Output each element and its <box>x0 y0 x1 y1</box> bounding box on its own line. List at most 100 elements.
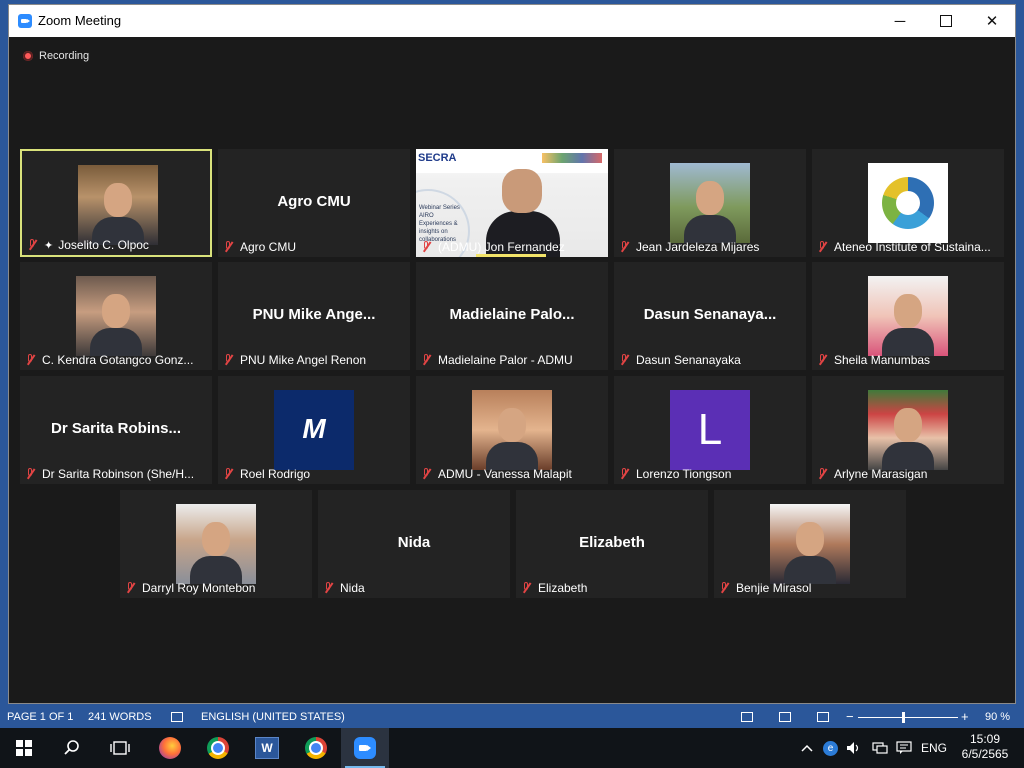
participant-name: Arlyne Marasigan <box>834 467 928 481</box>
participant-body <box>784 556 836 584</box>
partner-logos <box>542 153 602 163</box>
taskbar-word[interactable]: W <box>243 728 291 768</box>
participant-tile[interactable]: Elizabeth Elizabeth <box>516 490 708 598</box>
taskbar-chrome-2[interactable] <box>292 728 340 768</box>
participant-display-name: Dr Sarita Robins... <box>50 420 182 437</box>
participant-face <box>696 181 724 215</box>
participant-name-label: Lorenzo Tiongson <box>619 467 731 481</box>
recording-indicator[interactable]: Recording <box>23 50 89 62</box>
participant-tile[interactable]: Jean Jardeleza Mijares <box>614 149 806 257</box>
record-icon <box>23 51 33 61</box>
participant-name: Elizabeth <box>538 581 588 595</box>
participant-face <box>796 522 824 556</box>
notifications-button[interactable] <box>896 728 912 768</box>
participant-name: Dasun Senanayaka <box>636 353 741 367</box>
participant-body <box>486 442 538 470</box>
task-view-button[interactable] <box>96 728 144 768</box>
participant-name: Jean Jardeleza Mijares <box>636 240 760 254</box>
print-layout-icon[interactable] <box>779 712 791 722</box>
pin-icon: ✦ <box>44 239 54 252</box>
volume-control[interactable] <box>846 728 862 768</box>
participant-tile[interactable]: Sheila Manumbas <box>812 262 1004 370</box>
page-count[interactable]: PAGE 1 OF 1 <box>7 711 73 723</box>
start-button[interactable] <box>0 728 48 768</box>
participant-face <box>102 294 130 328</box>
zoom-out-icon[interactable]: − <box>846 709 854 724</box>
zoom-level[interactable]: 90 % <box>985 711 1010 723</box>
clock-date: 6/5/2565 <box>961 747 1009 761</box>
zoom-slider-thumb[interactable] <box>902 712 905 723</box>
windows-logo-icon <box>16 740 32 756</box>
word-count[interactable]: 241 WORDS <box>88 711 152 723</box>
participant-body <box>882 328 934 356</box>
maximize-button[interactable] <box>923 5 969 37</box>
participant-video <box>176 504 256 584</box>
taskbar-chrome[interactable] <box>194 728 242 768</box>
participant-tile[interactable]: Nida Nida <box>318 490 510 598</box>
participant-tile[interactable]: ✦ Joselito C. Olpoc <box>20 149 212 257</box>
participant-tile[interactable]: Arlyne Marasigan <box>812 376 1004 484</box>
participant-face <box>104 183 132 217</box>
tray-app[interactable]: e <box>823 728 838 768</box>
participant-video <box>868 276 948 356</box>
participant-tile[interactable]: M Roel Rodrigo <box>218 376 410 484</box>
web-layout-icon[interactable] <box>817 712 829 722</box>
mic-muted-icon <box>25 354 36 366</box>
participant-tile[interactable]: ADMU - Vanessa Malapit <box>416 376 608 484</box>
show-hidden-icons[interactable] <box>800 728 814 768</box>
participant-name-label: Ateneo Institute of Sustaina... <box>817 240 991 254</box>
mic-muted-icon <box>421 468 432 480</box>
close-button[interactable]: ✕ <box>969 5 1015 37</box>
participant-body <box>90 328 142 356</box>
windows-taskbar: W e ENG 15:09 6/5/2565 <box>0 728 1024 768</box>
participant-tile[interactable]: Dr Sarita Robins... Dr Sarita Robinson (S… <box>20 376 212 484</box>
system-clock[interactable]: 15:09 6/5/2565 <box>952 732 1018 762</box>
participant-tile[interactable]: C. Kendra Gotangco Gonz... <box>20 262 212 370</box>
slide-text: Webinar Series AIRO Experiences & insigh… <box>419 205 460 243</box>
participant-tile[interactable]: Ateneo Institute of Sustaina... <box>812 149 1004 257</box>
mic-muted-icon <box>27 239 38 251</box>
zoom-in-icon[interactable]: + <box>961 709 969 724</box>
participant-display-name: PNU Mike Ange... <box>252 306 376 323</box>
firefox-icon <box>159 737 181 759</box>
participant-tile[interactable]: SECRA Webinar Series AIRO Experiences & i… <box>416 149 608 257</box>
recording-label: Recording <box>39 50 90 62</box>
participant-video <box>770 504 850 584</box>
participant-tile[interactable]: Madielaine Palo... Madielaine Palor - ADM… <box>416 262 608 370</box>
proofing-icon[interactable] <box>171 712 183 722</box>
participant-display-name: Nida <box>397 534 431 551</box>
read-mode-icon[interactable] <box>741 712 753 722</box>
participant-name: Lorenzo Tiongson <box>636 467 732 481</box>
network-icon <box>872 742 888 754</box>
participant-name: Benjie Mirasol <box>736 581 812 595</box>
mic-muted-icon <box>25 468 36 480</box>
zoom-slider[interactable] <box>858 717 958 718</box>
mic-muted-icon <box>223 241 234 253</box>
participant-tile[interactable]: PNU Mike Ange... PNU Mike Angel Renon <box>218 262 410 370</box>
participant-name: Ateneo Institute of Sustaina... <box>834 240 991 254</box>
participant-tile[interactable]: Agro CMU Agro CMU <box>218 149 410 257</box>
participant-name-label: Benjie Mirasol <box>719 581 811 595</box>
network-status[interactable] <box>872 728 888 768</box>
participant-tile[interactable]: Benjie Mirasol <box>714 490 906 598</box>
participant-tile[interactable]: Dasun Senanaya... Dasun Senanayaka <box>614 262 806 370</box>
language-indicator[interactable]: ENGLISH (UNITED STATES) <box>201 711 345 723</box>
mic-muted-icon <box>719 582 730 594</box>
participant-video <box>670 163 750 243</box>
participant-name: Roel Rodrigo <box>240 467 311 481</box>
search-button[interactable] <box>48 728 96 768</box>
participant-tile[interactable]: L Lorenzo Tiongson <box>614 376 806 484</box>
participant-name-label: Roel Rodrigo <box>223 467 310 481</box>
taskbar-firefox[interactable] <box>146 728 194 768</box>
participant-name-label: Nida <box>323 581 365 595</box>
chevron-up-icon <box>801 744 813 752</box>
participant-name-label: Jean Jardeleza Mijares <box>619 240 759 254</box>
taskbar-zoom[interactable] <box>341 728 389 768</box>
minimize-button[interactable]: ─ <box>877 5 923 37</box>
input-language[interactable]: ENG <box>921 728 947 768</box>
participant-tile[interactable]: Darryl Roy Montebon <box>120 490 312 598</box>
mic-muted-icon <box>223 354 234 366</box>
speaker-icon <box>847 742 859 754</box>
participant-face <box>502 169 542 213</box>
search-icon <box>64 740 79 755</box>
